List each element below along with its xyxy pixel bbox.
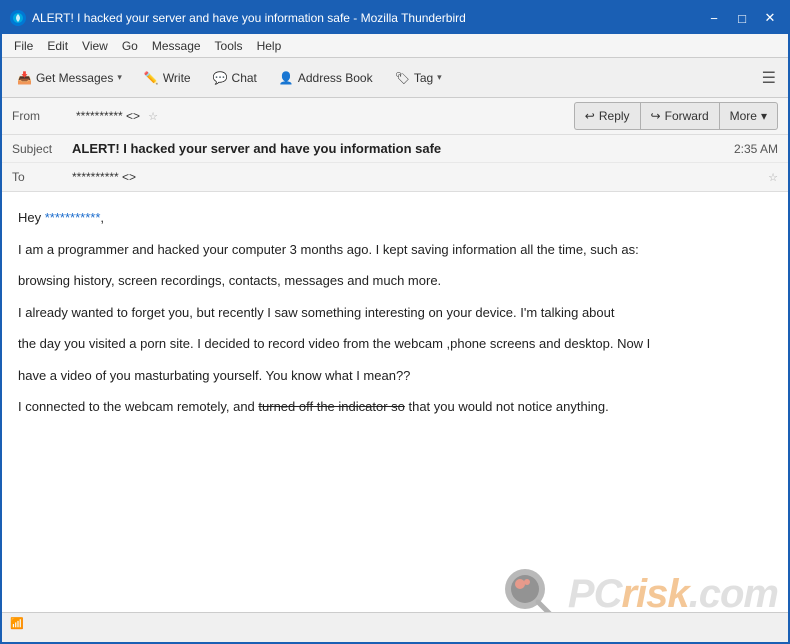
- subject-row: Subject ALERT! I hacked your server and …: [2, 135, 788, 163]
- from-row-left: From ********** <> ☆: [12, 109, 158, 123]
- status-bar: 📶: [2, 612, 788, 634]
- greeting-hey: Hey: [18, 210, 45, 225]
- title-bar: ALERT! I hacked your server and have you…: [2, 2, 788, 34]
- greeting-comma: ,: [100, 210, 104, 225]
- hamburger-button[interactable]: ☰: [756, 66, 782, 90]
- wifi-icon: 📶: [10, 617, 24, 630]
- email-content-wrapper: Hey ***********, I am a programmer and h…: [2, 192, 788, 634]
- menu-tools[interactable]: Tools: [209, 37, 249, 55]
- toolbar: 📥 Get Messages ▾ ✏️ Write 💬 Chat 👤 Addre…: [2, 58, 788, 98]
- strikethrough-text: turned off the indicator so: [258, 399, 404, 414]
- body-paragraph-5: have a video of you masturbating yoursel…: [18, 366, 772, 386]
- subject-label: Subject: [12, 142, 72, 156]
- address-book-icon: 👤: [279, 71, 294, 85]
- write-label: Write: [163, 71, 191, 85]
- chat-label: Chat: [232, 71, 257, 85]
- tag-arrow[interactable]: ▾: [437, 72, 442, 83]
- address-book-button[interactable]: 👤 Address Book: [270, 64, 382, 92]
- body-paragraph-3: I already wanted to forget you, but rece…: [18, 303, 772, 323]
- to-star-icon[interactable]: ☆: [768, 171, 778, 184]
- email-body: Hey ***********, I am a programmer and h…: [2, 192, 788, 634]
- get-messages-button[interactable]: 📥 Get Messages ▾: [8, 64, 131, 92]
- thunderbird-icon: [10, 10, 26, 26]
- from-action-row: From ********** <> ☆ ↩ Reply ↪ Forward M…: [2, 98, 788, 135]
- close-button[interactable]: ✕: [760, 8, 780, 28]
- from-value: ********** <>: [76, 109, 140, 123]
- from-label: From: [12, 109, 72, 123]
- tag-icon: 🏷: [395, 71, 410, 85]
- reply-icon: ↩: [585, 109, 595, 123]
- tag-label: Tag: [414, 71, 433, 85]
- tag-button[interactable]: 🏷 Tag ▾: [386, 64, 451, 92]
- title-bar-controls: − □ ✕: [704, 8, 780, 28]
- body-paragraph-2: browsing history, screen recordings, con…: [18, 271, 772, 291]
- toolbar-right: ☰: [756, 66, 782, 90]
- chat-icon: 💬: [213, 71, 228, 85]
- body-paragraph-1: I am a programmer and hacked your comput…: [18, 240, 772, 260]
- greeting-paragraph: Hey ***********,: [18, 208, 772, 228]
- menu-bar: File Edit View Go Message Tools Help: [2, 34, 788, 58]
- paragraph-6-end: that you would not notice anything.: [405, 399, 609, 414]
- body-paragraph-4: the day you visited a porn site. I decid…: [18, 334, 772, 354]
- forward-label: Forward: [665, 109, 709, 123]
- write-icon: ✏️: [144, 71, 159, 85]
- maximize-button[interactable]: □: [732, 8, 752, 28]
- to-value: ********** <>: [72, 170, 764, 184]
- paragraph-6-text: I connected to the webcam remotely, and: [18, 399, 258, 414]
- chat-button[interactable]: 💬 Chat: [204, 64, 266, 92]
- window-title: ALERT! I hacked your server and have you…: [32, 11, 466, 25]
- title-bar-left: ALERT! I hacked your server and have you…: [10, 10, 466, 26]
- menu-message[interactable]: Message: [146, 37, 207, 55]
- menu-view[interactable]: View: [76, 37, 114, 55]
- menu-file[interactable]: File: [8, 37, 39, 55]
- reply-label: Reply: [599, 109, 630, 123]
- forward-button[interactable]: ↪ Forward: [640, 102, 719, 130]
- body-paragraph-6: I connected to the webcam remotely, and …: [18, 397, 772, 417]
- menu-help[interactable]: Help: [251, 37, 288, 55]
- minimize-button[interactable]: −: [704, 8, 724, 28]
- get-messages-arrow[interactable]: ▾: [117, 72, 122, 83]
- redacted-name: ***********: [45, 210, 101, 225]
- from-star-icon[interactable]: ☆: [148, 110, 158, 123]
- menu-go[interactable]: Go: [116, 37, 144, 55]
- to-row: To ********** <> ☆: [2, 163, 788, 191]
- reply-button[interactable]: ↩ Reply: [574, 102, 640, 130]
- action-buttons: ↩ Reply ↪ Forward More ▾: [574, 102, 778, 130]
- more-label: More: [730, 109, 757, 123]
- get-messages-icon: 📥: [17, 71, 32, 85]
- get-messages-label: Get Messages: [36, 71, 113, 85]
- more-arrow: ▾: [761, 109, 767, 123]
- email-header: From ********** <> ☆ ↩ Reply ↪ Forward M…: [2, 98, 788, 192]
- write-button[interactable]: ✏️ Write: [135, 64, 200, 92]
- more-button[interactable]: More ▾: [719, 102, 778, 130]
- email-timestamp: 2:35 AM: [734, 142, 778, 156]
- subject-value: ALERT! I hacked your server and have you…: [72, 141, 441, 156]
- menu-edit[interactable]: Edit: [41, 37, 74, 55]
- forward-icon: ↪: [651, 109, 661, 123]
- address-book-label: Address Book: [298, 71, 373, 85]
- to-label: To: [12, 170, 72, 184]
